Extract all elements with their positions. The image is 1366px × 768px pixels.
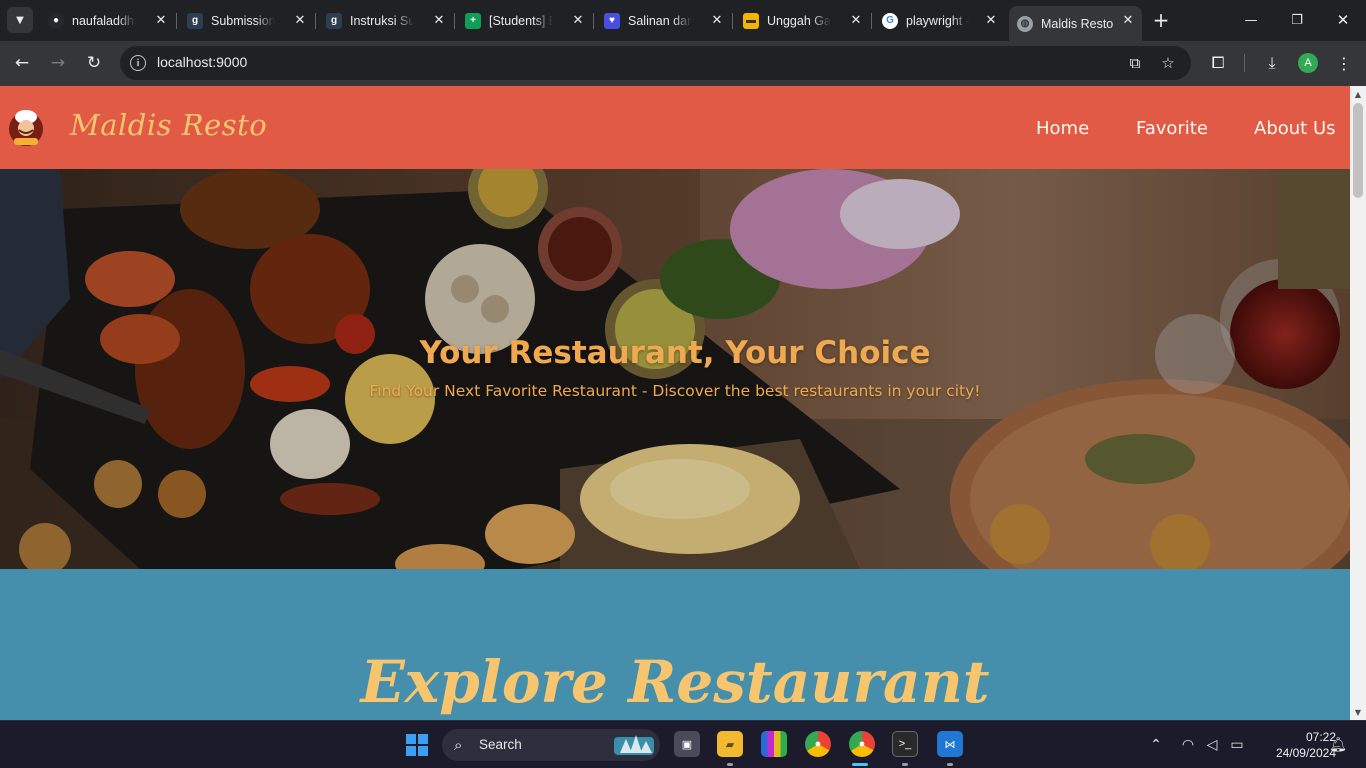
windows-start-icon[interactable] bbox=[406, 734, 428, 756]
chrome-profile-icon[interactable]: ● bbox=[849, 731, 875, 757]
restore-icon[interactable]: ❐ bbox=[1286, 9, 1308, 31]
close-icon[interactable]: ✕ bbox=[983, 12, 999, 28]
extensions-puzzle-icon[interactable]: ⧠ bbox=[1207, 52, 1229, 74]
new-tab-plus-icon[interactable]: + bbox=[1150, 8, 1172, 32]
active-app-indicator bbox=[852, 763, 868, 766]
scroll-thumb[interactable] bbox=[1353, 103, 1363, 198]
tab-label: playwright - bbox=[906, 13, 970, 28]
search-highlight-icon bbox=[614, 735, 654, 755]
running-indicator bbox=[727, 763, 733, 766]
tab-label: Unggah Gam bbox=[767, 13, 831, 28]
tab-divider bbox=[871, 13, 872, 29]
url-text[interactable]: localhost:9000 bbox=[157, 54, 247, 70]
tab-label: Maldis Resto bbox=[1041, 16, 1114, 31]
slides-icon: ▬ bbox=[743, 12, 759, 29]
tab-divider bbox=[176, 13, 177, 29]
running-indicator bbox=[902, 763, 908, 766]
address-bar[interactable]: i localhost:9000 ⧉ ☆ bbox=[120, 46, 1191, 80]
nav-favorite[interactable]: Favorite bbox=[1136, 118, 1208, 139]
close-icon[interactable]: ✕ bbox=[570, 12, 586, 28]
tab-students-sheet[interactable]: + [Students] Bu ✕ bbox=[457, 6, 592, 35]
github-icon: ● bbox=[48, 12, 64, 29]
close-icon[interactable]: ✕ bbox=[709, 12, 725, 28]
google-icon: G bbox=[882, 12, 898, 29]
brand-title[interactable]: Maldis Resto bbox=[70, 108, 267, 142]
file-explorer-icon[interactable]: ▰ bbox=[717, 731, 743, 757]
tab-divider bbox=[454, 13, 455, 29]
chrome-icon[interactable]: ● bbox=[805, 731, 831, 757]
nav-home[interactable]: Home bbox=[1036, 118, 1089, 139]
tab-divider bbox=[593, 13, 594, 29]
reload-icon[interactable]: ↻ bbox=[82, 51, 106, 75]
page-scrollbar[interactable]: ▲ ▼ bbox=[1350, 86, 1366, 720]
close-window-icon[interactable]: ✕ bbox=[1332, 9, 1354, 31]
task-view-icon[interactable]: ▣ bbox=[674, 731, 700, 757]
tab-maldis-resto-active[interactable]: ◍ Maldis Resto ✕ bbox=[1009, 6, 1142, 41]
dicoding-icon: g bbox=[326, 12, 342, 29]
dicoding-icon: g bbox=[187, 12, 203, 29]
menu-kebab-icon[interactable]: ⋮ bbox=[1333, 52, 1355, 74]
close-icon[interactable]: ✕ bbox=[1120, 12, 1136, 28]
terminal-icon[interactable]: >_ bbox=[892, 731, 918, 757]
tab-label: [Students] Bu bbox=[489, 13, 553, 28]
tab-salinan[interactable]: ♥ Salinan dari ✕ bbox=[596, 6, 731, 35]
site-header: Maldis Resto Home Favorite About Us bbox=[0, 86, 1350, 169]
forward-arrow-icon[interactable]: → bbox=[46, 51, 70, 75]
tab-github[interactable]: ● naufaladdhiya ✕ bbox=[40, 6, 175, 35]
clock-date[interactable]: 24/09/2024 bbox=[1246, 746, 1336, 760]
globe-icon: ◍ bbox=[1017, 15, 1033, 32]
clock-time[interactable]: 07:22 bbox=[1276, 730, 1336, 744]
tab-divider bbox=[315, 13, 316, 29]
install-app-icon[interactable]: ⧉ bbox=[1126, 54, 1144, 72]
nav-about-us[interactable]: About Us bbox=[1254, 118, 1336, 139]
sheets-icon: + bbox=[465, 12, 481, 29]
running-indicator bbox=[947, 763, 953, 766]
taskbar-search-label: Search bbox=[479, 737, 522, 752]
tab-search-chevron-icon[interactable]: ▼ bbox=[7, 7, 33, 33]
tab-divider bbox=[732, 13, 733, 29]
scroll-up-arrow-icon[interactable]: ▲ bbox=[1350, 86, 1366, 102]
download-icon[interactable]: ⤓ bbox=[1261, 52, 1283, 74]
site-info-icon[interactable]: i bbox=[130, 55, 146, 71]
volume-icon[interactable]: ◁ bbox=[1202, 735, 1222, 755]
page-viewport: Maldis Resto Home Favorite About Us Your… bbox=[0, 86, 1350, 720]
heart-doc-icon: ♥ bbox=[604, 12, 620, 29]
battery-icon[interactable]: ▭ bbox=[1226, 735, 1248, 755]
tab-label: Salinan dari bbox=[628, 13, 692, 28]
tab-playwright[interactable]: G playwright - ✕ bbox=[874, 6, 1005, 35]
back-arrow-icon[interactable]: ← bbox=[10, 51, 34, 75]
search-icon: ⌕ bbox=[454, 736, 463, 754]
tab-submission[interactable]: g Submission: ✕ bbox=[179, 6, 314, 35]
bell-icon[interactable]: 🔔︎ bbox=[1328, 735, 1348, 755]
close-icon[interactable]: ✕ bbox=[431, 12, 447, 28]
winrar-icon[interactable] bbox=[761, 731, 787, 757]
toolbar-divider bbox=[1244, 54, 1245, 72]
profile-avatar[interactable]: A bbox=[1298, 53, 1318, 73]
close-icon[interactable]: ✕ bbox=[292, 12, 308, 28]
vscode-icon[interactable]: ⋈ bbox=[937, 731, 963, 757]
windows-taskbar: ⌕ Search ▣ ▰ ● ● >_ ⋈ ⌃ ◠ ◁ ▭ 07:22 24/0… bbox=[0, 720, 1366, 768]
taskbar-search-box[interactable]: ⌕ Search bbox=[442, 729, 660, 761]
wifi-icon[interactable]: ◠ bbox=[1178, 735, 1198, 755]
tab-instruksi[interactable]: g Instruksi Sub ✕ bbox=[318, 6, 453, 35]
hero-subtitle: Find Your Next Favorite Restaurant - Dis… bbox=[369, 382, 981, 400]
browser-toolbar: ← → ↻ i localhost:9000 ⧉ ☆ ⧠ ⤓ ⋮ bbox=[0, 41, 1366, 86]
close-icon[interactable]: ✕ bbox=[153, 12, 169, 28]
tab-unggah[interactable]: ▬ Unggah Gam ✕ bbox=[735, 6, 870, 35]
minimize-icon[interactable]: — bbox=[1240, 9, 1262, 31]
hero-banner: Your Restaurant, Your Choice Find Your N… bbox=[0, 169, 1350, 569]
tab-label: Instruksi Sub bbox=[350, 13, 414, 28]
tab-label: naufaladdhiya bbox=[72, 13, 136, 28]
hero-title: Your Restaurant, Your Choice bbox=[419, 335, 931, 371]
scroll-down-arrow-icon[interactable]: ▼ bbox=[1350, 704, 1366, 720]
browser-tab-strip: ▼ ● naufaladdhiya ✕ g Submission: ✕ g In… bbox=[0, 0, 1366, 41]
explore-restaurant-heading: Explore Restaurant bbox=[360, 648, 990, 716]
chef-logo-icon[interactable] bbox=[7, 108, 45, 148]
bookmark-star-icon[interactable]: ☆ bbox=[1159, 54, 1177, 72]
chevron-up-icon[interactable]: ⌃ bbox=[1147, 735, 1165, 755]
close-icon[interactable]: ✕ bbox=[848, 12, 864, 28]
tab-label: Submission: bbox=[211, 13, 275, 28]
